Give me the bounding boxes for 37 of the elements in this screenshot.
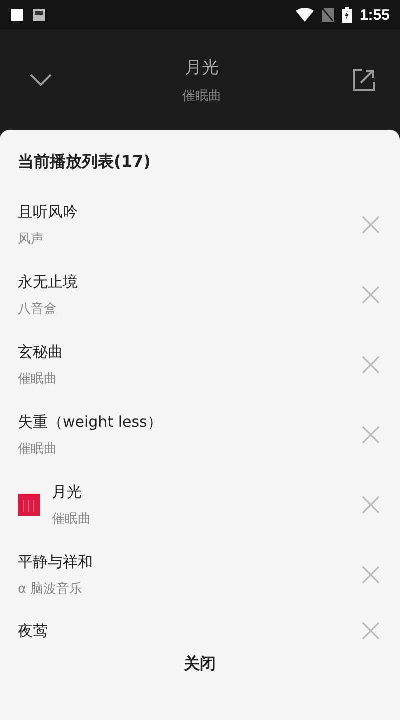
artist-name: 催眠曲 [52,510,92,528]
playlist-item[interactable]: 平静与祥和 α 脑波音乐 [0,540,400,610]
song-title: 平静与祥和 [18,552,94,572]
close-button[interactable]: 关闭 [172,650,228,679]
playlist-item[interactable]: 且听风吟 风声 [0,190,400,260]
song-title: 夜莺 [18,622,49,641]
remove-icon[interactable] [362,622,380,640]
remove-icon[interactable] [362,426,380,444]
no-sim-icon [322,8,334,22]
artist-name: α 脑波音乐 [18,580,84,598]
song-title: 月光 [185,56,219,78]
song-title: 失重（weight less） [18,412,164,432]
notification-icon [10,8,24,22]
remove-icon[interactable] [362,496,380,514]
artist-name: 催眠曲 [18,440,58,458]
playlist-title: 当前播放列表(17) [17,151,152,173]
playlist-item[interactable]: 月光 催眠曲 [0,470,400,540]
clock-time: 1:55 [360,6,390,24]
artist-name: 催眠曲 [182,88,222,104]
artist-name: 风声 [18,230,45,248]
remove-icon[interactable] [362,216,380,234]
artist-name: 催眠曲 [18,370,58,388]
song-title: 玄秘曲 [18,342,64,362]
playlist-item[interactable]: 失重（weight less） 催眠曲 [0,400,400,470]
playlist-item[interactable]: 永无止境 八音盒 [0,260,400,330]
playlist-item[interactable]: 夜莺 [0,610,400,650]
remove-icon[interactable] [362,566,380,584]
image-icon [32,8,46,22]
song-title: 永无止境 [18,272,79,292]
song-title: 且听风吟 [18,202,79,222]
wifi-icon [296,8,314,22]
remove-icon[interactable] [362,286,380,304]
song-title: 月光 [52,482,83,502]
battery-charging-icon [342,7,352,23]
artist-name: 八音盒 [18,300,58,318]
playlist-item[interactable]: 玄秘曲 催眠曲 [0,330,400,400]
remove-icon[interactable] [362,356,380,374]
